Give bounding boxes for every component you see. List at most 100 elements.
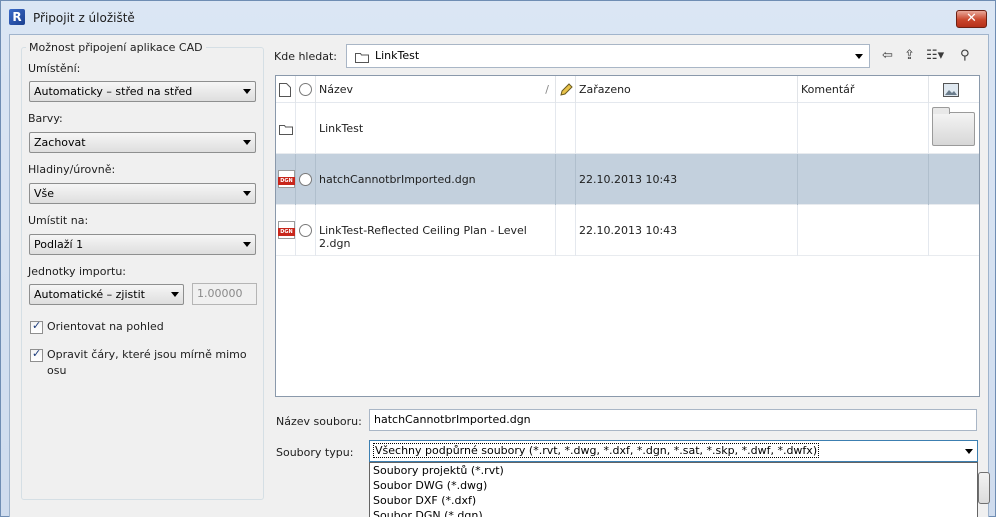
dropdown-option[interactable]: Soubor DXF (*.dxf) xyxy=(370,493,977,508)
place-at-select[interactable]: Podlaží 1 xyxy=(29,234,256,255)
image-icon xyxy=(943,83,959,97)
chevron-down-icon xyxy=(855,54,863,59)
cad-options-title: Možnost připojení aplikace CAD xyxy=(26,41,206,54)
dialog-window: R Připojit z úložiště ✕ Možnost připojen… xyxy=(0,0,996,517)
file-type-select[interactable]: Všechny podpůrné soubory (*.rvt, *.dwg, … xyxy=(369,440,978,462)
file-comment xyxy=(798,103,929,154)
up-folder-icon[interactable]: ⇪ xyxy=(904,47,915,64)
place-at-value: Podlaží 1 xyxy=(34,238,84,251)
placement-label: Umístění: xyxy=(28,62,81,75)
units-label: Jednotky importu: xyxy=(28,265,126,278)
file-name: LinkTest-Reflected Ceiling Plan - Level … xyxy=(316,205,556,256)
look-in-select[interactable]: LinkTest xyxy=(346,44,870,68)
column-filed[interactable]: Zařazeno xyxy=(576,76,798,103)
layers-value: Vše xyxy=(34,187,55,200)
radio-icon xyxy=(299,83,312,96)
file-name-label: Název souboru: xyxy=(276,415,362,428)
orient-label: Orientovat na pohled xyxy=(47,320,164,333)
scale-input[interactable]: 1.00000 xyxy=(192,283,257,305)
edit-cell xyxy=(556,154,576,205)
column-name[interactable]: Název / xyxy=(316,76,556,103)
window-title: Připojit z úložiště xyxy=(33,11,135,25)
file-date xyxy=(576,103,798,154)
back-icon[interactable]: ⇦ xyxy=(882,47,893,64)
pencil-icon xyxy=(560,83,573,96)
file-list-header: Název / Zařazeno Komentář xyxy=(276,76,979,103)
radio-icon[interactable] xyxy=(299,224,312,237)
column-comment[interactable]: Komentář xyxy=(798,76,929,103)
colors-value: Zachovat xyxy=(34,136,86,149)
fix-lines-label-cont: osu xyxy=(47,364,67,377)
layers-select[interactable]: Vše xyxy=(29,183,256,204)
status-cell xyxy=(296,103,316,154)
layers-label: Hladiny/úrovně: xyxy=(28,163,116,176)
chevron-down-icon xyxy=(243,140,251,145)
file-name: LinkTest xyxy=(316,103,556,154)
close-button[interactable]: ✕ xyxy=(956,10,987,28)
folder-preview-icon xyxy=(932,107,975,146)
edit-column-header[interactable] xyxy=(556,76,576,103)
look-in-value: LinkTest xyxy=(375,49,420,62)
fix-lines-checkbox[interactable] xyxy=(30,347,43,362)
file-type-label: Soubory typu: xyxy=(276,446,354,459)
edit-cell xyxy=(556,205,576,256)
file-date: 22.10.2013 10:43 xyxy=(576,205,798,256)
dropdown-option[interactable]: Soubor DWG (*.dwg) xyxy=(370,478,977,493)
file-date: 22.10.2013 10:43 xyxy=(576,154,798,205)
place-at-label: Umístit na: xyxy=(28,214,89,227)
chevron-down-icon xyxy=(243,191,251,196)
placement-select[interactable]: Automaticky – střed na střed xyxy=(29,81,256,102)
file-comment xyxy=(798,154,929,205)
file-type-dropdown: Soubory projektů (*.rvt) Soubor DWG (*.d… xyxy=(369,462,978,517)
dialog-body: Možnost připojení aplikace CAD Umístění:… xyxy=(9,34,990,517)
colors-label: Barvy: xyxy=(28,112,63,125)
file-comment xyxy=(798,205,929,256)
look-in-label: Kde hledat: xyxy=(274,50,337,63)
dgn-badge: DGN xyxy=(278,177,295,185)
type-cell: DGN xyxy=(276,205,296,256)
dgn-badge: DGN xyxy=(278,228,295,236)
views-menu-icon[interactable]: ☷▾ xyxy=(926,47,944,64)
sort-mark: / xyxy=(545,83,549,96)
title-bar[interactable]: R Připojit z úložiště ✕ xyxy=(1,1,995,34)
dropdown-option[interactable]: Soubor DGN (*.dgn) xyxy=(370,508,977,517)
units-select[interactable]: Automatické – zjistit xyxy=(29,284,184,305)
edit-cell xyxy=(556,103,576,154)
chevron-down-icon xyxy=(243,89,251,94)
list-item[interactable]: DGN hatchCannotbrImported.dgn 22.10.2013… xyxy=(276,154,979,205)
colors-select[interactable]: Zachovat xyxy=(29,132,256,153)
radio-icon[interactable] xyxy=(299,173,312,186)
column-name-label: Název xyxy=(319,83,354,96)
file-list[interactable]: Název / Zařazeno Komentář LinkTest DGN h… xyxy=(275,75,980,397)
type-column-header[interactable] xyxy=(276,76,296,103)
dropdown-option[interactable]: Soubory projektů (*.rvt) xyxy=(370,463,977,478)
revit-app-icon: R xyxy=(9,9,25,25)
file-name-input[interactable]: hatchCannotbrImported.dgn xyxy=(369,409,977,431)
list-item[interactable]: LinkTest xyxy=(276,103,979,154)
type-cell: DGN xyxy=(276,154,296,205)
hidden-button-edge[interactable] xyxy=(978,472,990,504)
preview-cell xyxy=(929,103,979,154)
chevron-down-icon xyxy=(171,292,179,297)
preview-column-header[interactable] xyxy=(929,76,979,103)
find-binoculars-icon[interactable]: ⚲ xyxy=(960,47,970,64)
dgn-file-icon: DGN xyxy=(278,221,295,239)
chevron-down-icon xyxy=(243,242,251,247)
chevron-down-icon xyxy=(965,449,973,454)
dgn-file-icon: DGN xyxy=(278,170,295,188)
preview-cell xyxy=(929,154,979,205)
fix-lines-label: Opravit čáry, které jsou mírně mimo xyxy=(47,348,247,361)
status-column-header[interactable] xyxy=(296,76,316,103)
placement-value: Automaticky – střed na střed xyxy=(34,85,193,98)
status-cell xyxy=(296,154,316,205)
folder-icon xyxy=(279,125,293,135)
status-cell xyxy=(296,205,316,256)
folder-icon xyxy=(355,53,369,63)
list-item[interactable]: DGN LinkTest-Reflected Ceiling Plan - Le… xyxy=(276,205,979,256)
file-type-value: Všechny podpůrné soubory (*.rvt, *.dwg, … xyxy=(372,443,820,458)
document-icon xyxy=(279,83,291,97)
type-cell xyxy=(276,103,296,154)
units-value: Automatické – zjistit xyxy=(34,288,145,301)
file-name: hatchCannotbrImported.dgn xyxy=(316,154,556,205)
orient-checkbox[interactable] xyxy=(30,319,43,334)
